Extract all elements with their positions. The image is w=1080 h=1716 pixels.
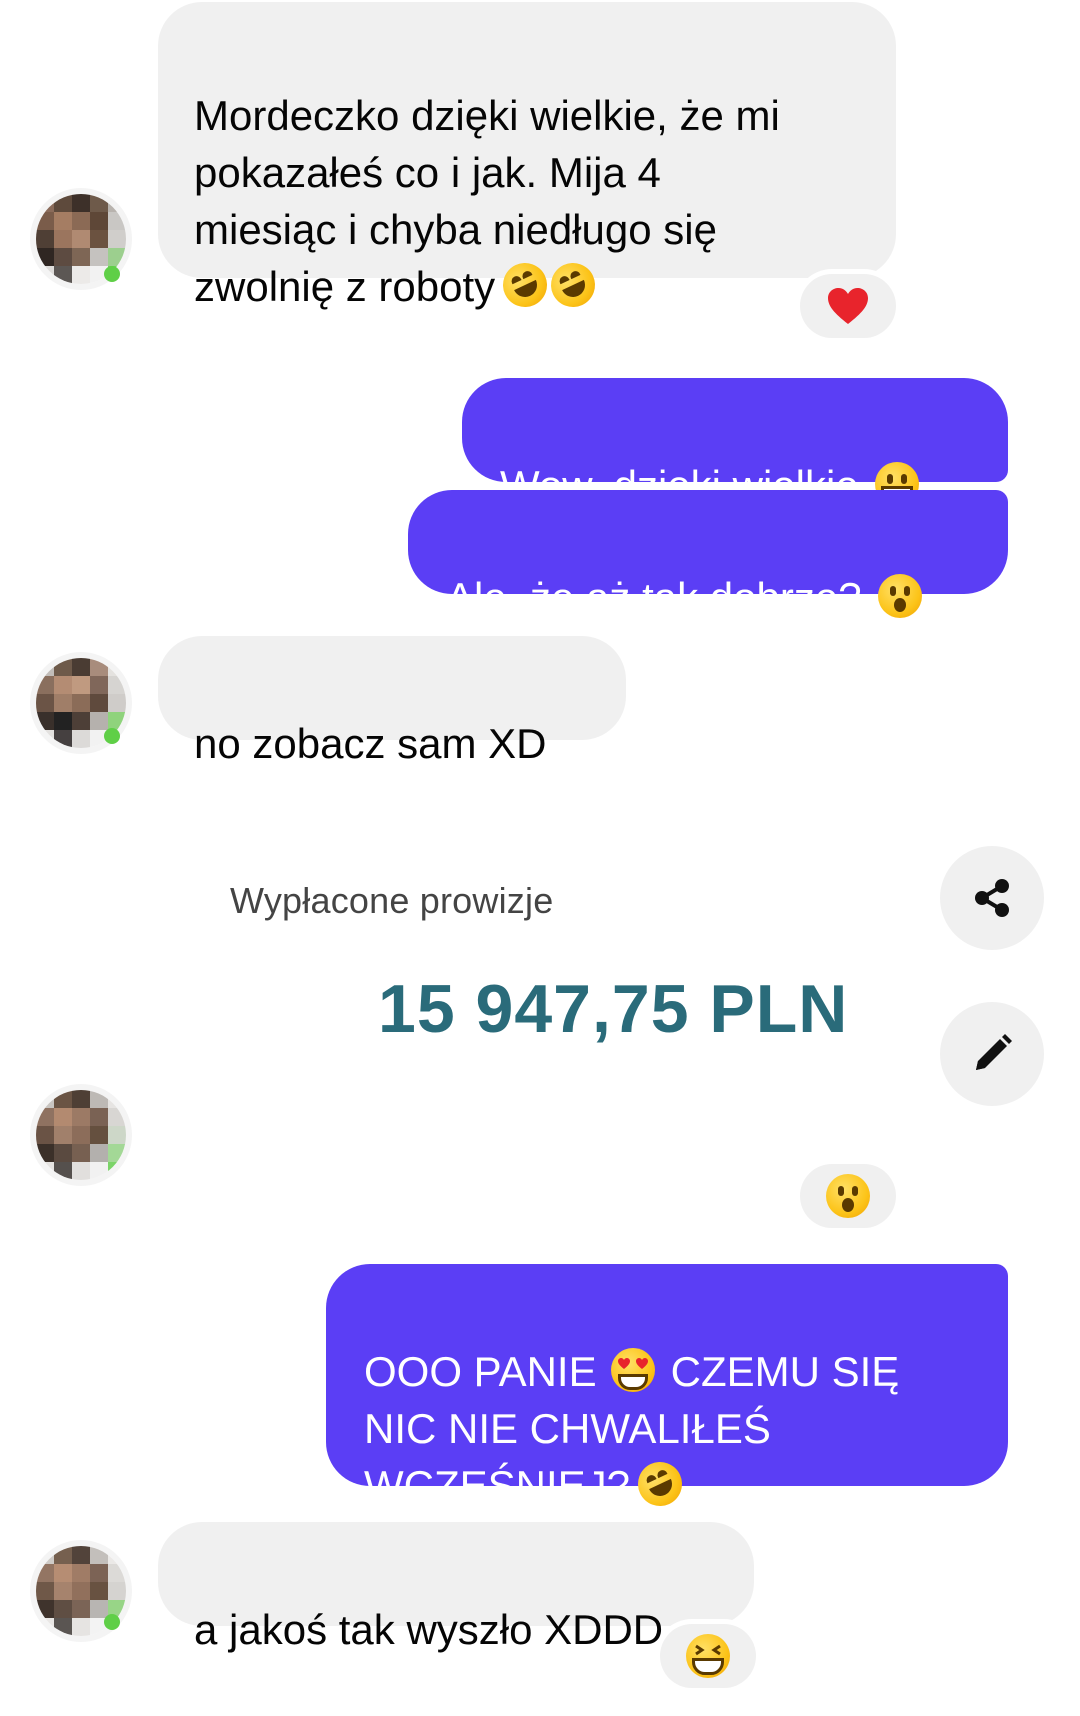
heart-eyes-icon	[610, 1348, 655, 1392]
rolling-on-floor-laughing-icon	[495, 255, 555, 315]
message-bubble-outgoing[interactable]: Ale, że aż tak dobrze?	[408, 490, 1008, 621]
message-text: no zobacz sam XD	[194, 720, 547, 767]
commissions-amount: 15 947,75 PLN	[378, 971, 849, 1047]
message-text: OOO PANIE	[364, 1348, 597, 1395]
message-text: Mordeczko dzięki wielkie, że mi pokazałe…	[194, 92, 780, 310]
share-icon	[975, 879, 1009, 917]
astonished-face-icon	[826, 1174, 870, 1218]
grinning-squinting-face-icon	[686, 1634, 730, 1678]
online-status-dot	[104, 266, 120, 282]
reaction-badge[interactable]	[800, 274, 896, 338]
rolling-on-floor-laughing-icon	[543, 255, 603, 315]
contact-avatar[interactable]	[36, 1090, 126, 1180]
edit-button[interactable]	[940, 1002, 1044, 1106]
share-button[interactable]	[940, 846, 1044, 950]
rolling-on-floor-laughing-icon	[630, 1454, 690, 1514]
message-bubble-incoming[interactable]: no zobacz sam XD	[158, 636, 626, 767]
reaction-badge[interactable]	[800, 1164, 896, 1228]
message-text: a jakoś tak wyszło XDDD	[194, 1606, 664, 1653]
heart-icon	[828, 288, 868, 324]
online-status-dot	[104, 1614, 120, 1630]
message-bubble-incoming[interactable]: Mordeczko dzięki wielkie, że mi pokazałe…	[158, 2, 896, 315]
reaction-badge[interactable]	[660, 1624, 756, 1688]
online-status-dot	[104, 728, 120, 744]
astonished-face-icon	[877, 574, 922, 618]
message-text: Ale, że aż tak dobrze?	[446, 574, 862, 621]
commissions-label: Wypłacone prowizje	[230, 880, 554, 921]
pencil-icon	[976, 1034, 1012, 1070]
message-bubble-outgoing[interactable]: Wow, dzięki wielkie	[462, 378, 1008, 509]
message-bubble-incoming[interactable]: a jakoś tak wyszło XDDD	[158, 1522, 754, 1653]
message-bubble-outgoing[interactable]: OOO PANIE CZEMU SIĘ NIC NIE CHWALIŁEŚ WCZ…	[326, 1264, 1008, 1514]
